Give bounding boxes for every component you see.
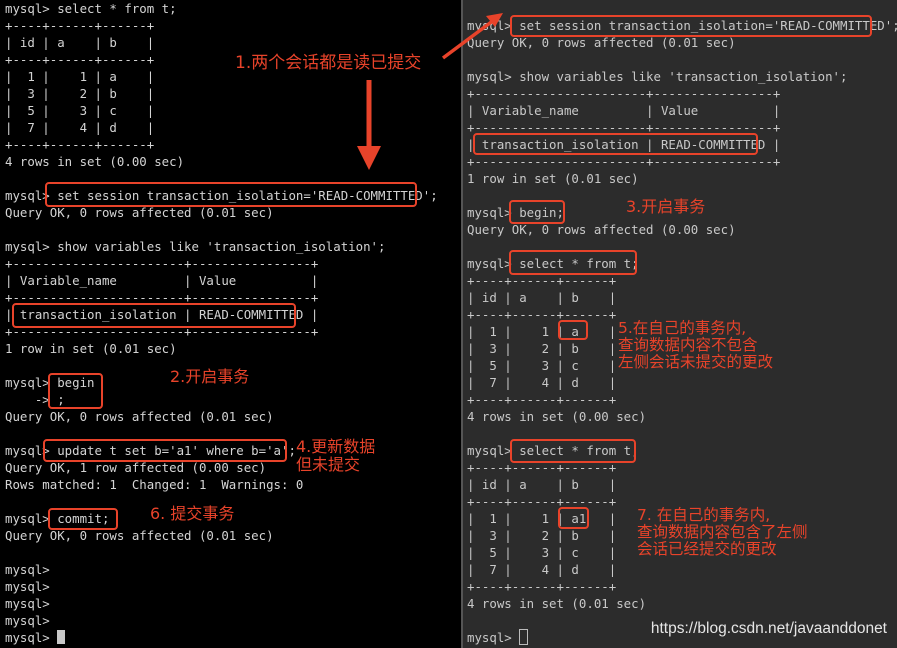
terminal-line: 4 rows in set (0.01 sec) <box>467 596 647 611</box>
highlight-update-left <box>43 439 287 462</box>
text-cursor[interactable] <box>519 629 529 645</box>
terminal-line: | 3 | 2 | b | <box>5 86 155 101</box>
highlight-set-session-left <box>45 182 417 207</box>
terminal-line: | 7 | 4 | d | <box>467 375 617 390</box>
annotation-step6: 6. 提交事务 <box>150 504 235 523</box>
highlight-begin-right <box>509 200 565 224</box>
terminal-line: | 7 | 4 | d | <box>467 562 617 577</box>
terminal-line: 1 row in set (0.01 sec) <box>5 341 177 356</box>
terminal-line: 4 rows in set (0.00 sec) <box>467 409 647 424</box>
terminal-line: mysql> <box>5 579 50 594</box>
terminal-line: mysql> <box>5 596 50 611</box>
right-terminal-pane[interactable]: mysql> set session transaction_isolation… <box>461 0 897 648</box>
annotation-step5: 5.在自己的事务内, 查询数据内容不包含 左侧会话未提交的更改 <box>618 319 774 371</box>
highlight-commit-left <box>48 508 118 530</box>
annotation-step3: 3.开启事务 <box>626 197 706 216</box>
annotation-step1: 1.两个会话都是读已提交 <box>235 53 422 73</box>
terminal-line: mysql> show variables like 'transaction_… <box>467 69 848 84</box>
terminal-line: | Variable_name | Value | <box>5 273 319 288</box>
terminal-line: mysql> <box>5 613 50 628</box>
terminal-line: +-----------------------+---------------… <box>5 256 319 271</box>
annotation-step4: 4.更新数据 但未提交 <box>296 437 376 474</box>
terminal-line: | Variable_name | Value | <box>467 103 781 118</box>
terminal-line: | 7 | 4 | d | <box>5 120 155 135</box>
terminal-line: Query OK, 0 rows affected (0.01 sec) <box>5 409 274 424</box>
terminal-line: | 5 | 3 | c | <box>5 103 155 118</box>
terminal-line: | id | a | b | <box>467 290 617 305</box>
terminal-line: +----+------+------+ <box>5 137 155 152</box>
terminal-line: mysql> <box>5 562 50 577</box>
terminal-line: mysql> select * from t; <box>5 1 177 16</box>
highlight-row-a1 <box>558 507 589 529</box>
terminal-line: +-----------------------+---------------… <box>467 154 781 169</box>
annotation-step7: 7. 在自己的事务内, 查询数据内容包含了左侧 会话已经提交的更改 <box>637 506 808 558</box>
highlight-select-right-1 <box>509 250 637 275</box>
terminal-line: Rows matched: 1 Changed: 1 Warnings: 0 <box>5 477 304 492</box>
highlight-select-right-2 <box>510 439 636 463</box>
highlight-begin-left <box>48 373 103 409</box>
terminal-line: +----+------+------+ <box>5 18 155 33</box>
terminal-line: mysql> <box>5 629 438 646</box>
highlight-set-session-right <box>510 15 872 37</box>
terminal-line: 4 rows in set (0.00 sec) <box>5 154 185 169</box>
terminal-line: 1 row in set (0.01 sec) <box>467 171 639 186</box>
terminal-line: mysql> show variables like 'transaction_… <box>5 239 386 254</box>
terminal-line: +----+------+------+ <box>467 579 617 594</box>
highlight-row-a <box>558 320 588 340</box>
highlight-isolation-value-left <box>12 303 296 328</box>
watermark: https://blog.csdn.net/javaanddonet <box>650 620 887 637</box>
left-terminal-pane[interactable]: mysql> select * from t; +----+------+----… <box>0 0 461 648</box>
terminal-line: +----+------+------+ <box>467 392 617 407</box>
terminal-line: | id | a | b | <box>467 477 617 492</box>
highlight-isolation-value-right <box>473 133 758 155</box>
terminal-line: | id | a | b | <box>5 35 155 50</box>
annotation-step2: 2.开启事务 <box>170 367 250 386</box>
terminal-line: +-----------------------+---------------… <box>467 86 781 101</box>
text-cursor[interactable] <box>57 630 66 644</box>
